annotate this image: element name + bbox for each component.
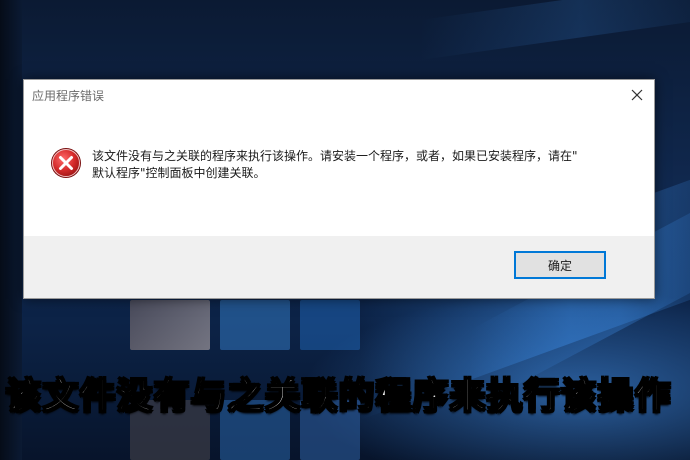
close-icon — [631, 89, 643, 101]
dialog-title: 应用程序错误 — [32, 89, 105, 103]
caption-text: 该文件没有与之关联的程序来执行该操作 — [5, 376, 673, 418]
dialog-titlebar[interactable]: 应用程序错误 — [24, 80, 654, 110]
ok-button[interactable]: 确定 — [514, 251, 606, 279]
caption-banner: 该文件没有与之关联的程序来执行该操作 — [0, 364, 690, 418]
close-button[interactable] — [624, 83, 650, 107]
error-message-line: 默认程序"控制面板中创建关联。 — [92, 166, 266, 180]
start-tile[interactable] — [300, 300, 360, 350]
error-dialog: 应用程序错误 该文件没有与之关联的程序来执行该操作。请安装一个程序，或者，如果已… — [23, 79, 655, 299]
desktop-background: 应用程序错误 该文件没有与之关联的程序来执行该操作。请安装一个程序，或者，如果已… — [0, 0, 690, 460]
error-message: 该文件没有与之关联的程序来执行该操作。请安装一个程序，或者，如果已安装程序，请在… — [92, 148, 637, 182]
wallpaper-light-beam — [420, 0, 690, 61]
dialog-footer: 确定 — [24, 236, 654, 298]
start-tile[interactable] — [220, 300, 290, 350]
error-icon — [51, 148, 81, 178]
start-tile[interactable] — [130, 300, 210, 350]
error-message-line: 该文件没有与之关联的程序来执行该操作。请安装一个程序，或者，如果已安装程序，请在… — [92, 149, 578, 163]
dialog-content: 该文件没有与之关联的程序来执行该操作。请安装一个程序，或者，如果已安装程序，请在… — [24, 110, 654, 235]
